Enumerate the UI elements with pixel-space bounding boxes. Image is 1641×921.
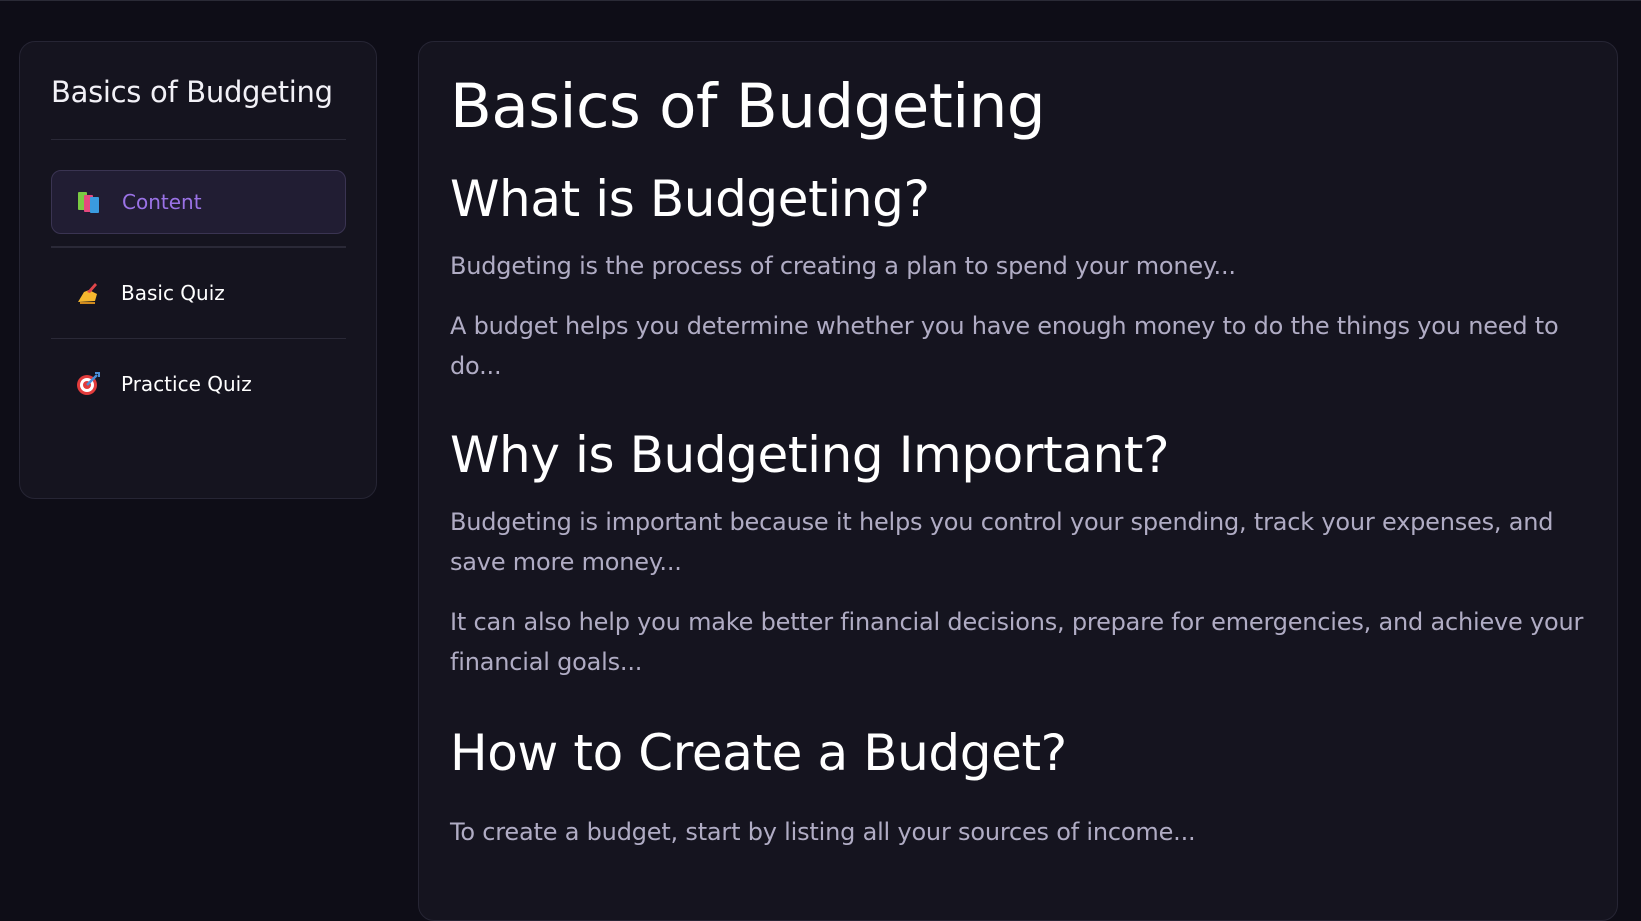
paragraph: Budgeting is the process of creating a p… [450,252,1236,280]
sidebar-item-label: Content [122,190,202,214]
writing-hand-icon [75,280,101,306]
section-heading: Why is Budgeting Important? [450,426,1170,484]
section-heading: How to Create a Budget? [450,724,1067,782]
sidebar-nav: Content Basic Quiz Practice Quiz [51,170,346,416]
sidebar-item-label: Practice Quiz [121,372,252,396]
sidebar-item-content[interactable]: Content [51,170,346,234]
page-title: Basics of Budgeting [450,71,1046,142]
paragraph: A budget helps you determine whether you… [450,312,1559,380]
content-panel: Basics of Budgeting What is Budgeting? B… [418,41,1618,921]
paragraph: To create a budget, start by listing all… [450,818,1196,846]
target-icon [75,371,101,397]
sidebar-item-label: Basic Quiz [121,281,225,305]
section-heading: What is Budgeting? [450,170,930,228]
sidebar-item-practice-quiz[interactable]: Practice Quiz [51,352,346,416]
paragraph: It can also help you make better financi… [450,608,1584,676]
section-why-budgeting-important: Why is Budgeting Important? Budgeting is… [450,424,1587,682]
section-how-to-create-budget: How to Create a Budget? To create a budg… [450,722,1587,852]
sidebar: Basics of Budgeting Content Basic Quiz P… [19,41,377,499]
books-icon [76,189,102,215]
paragraph: Budgeting is important because it helps … [450,508,1554,576]
sidebar-item-basic-quiz[interactable]: Basic Quiz [51,261,346,325]
section-what-is-budgeting: What is Budgeting? Budgeting is the proc… [450,168,1587,386]
window-top-border [0,0,1641,1]
sidebar-title: Basics of Budgeting [51,70,346,140]
divider [51,338,346,339]
divider [51,246,346,248]
